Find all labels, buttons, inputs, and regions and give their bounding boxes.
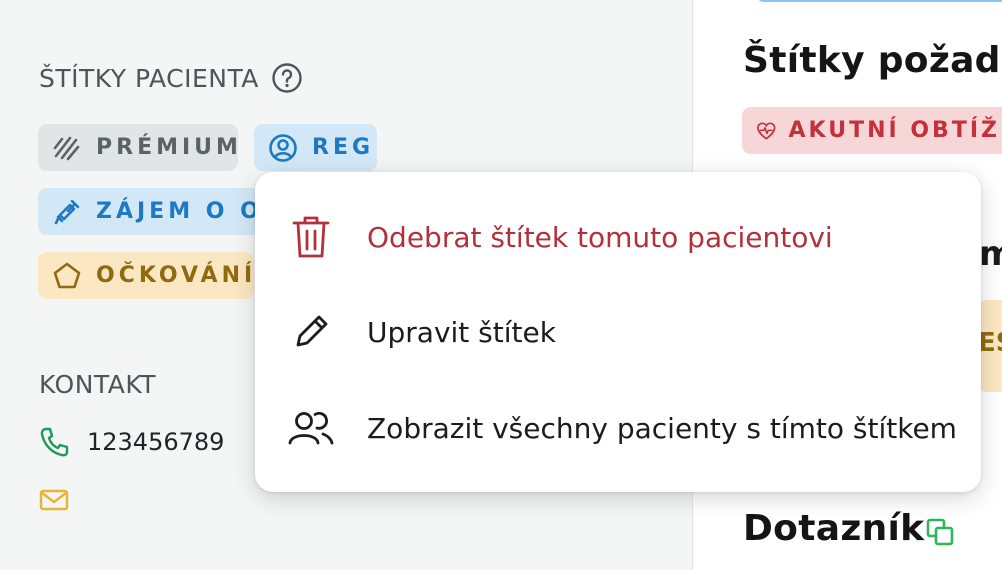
menu-item-edit-tag[interactable]: Upravit štítek <box>255 292 981 372</box>
tag-context-menu: Odebrat štítek tomuto pacientovi Upravit… <box>255 172 981 492</box>
pentagon-icon <box>53 262 81 288</box>
phone-number: 123456789 <box>87 428 225 456</box>
menu-item-label: Odebrat štítek tomuto pacientovi <box>367 220 833 254</box>
menu-item-label: Zobrazit všechny pacienty s tímto štítke… <box>367 411 957 445</box>
pencil-icon <box>287 308 335 356</box>
tag-label: REG <box>312 135 375 160</box>
contact-email-row[interactable] <box>39 488 87 512</box>
premium-icon <box>53 136 80 160</box>
patient-tags-heading: ŠTÍTKY PACIENTA <box>39 62 303 94</box>
users-icon <box>287 404 335 452</box>
partial-heading: m <box>979 234 1002 274</box>
menu-item-label: Upravit štítek <box>367 315 556 349</box>
contact-heading: KONTAKT <box>39 370 156 399</box>
contact-title: KONTAKT <box>39 370 157 399</box>
mail-icon <box>39 489 69 511</box>
phone-icon <box>40 427 69 457</box>
copy-icon[interactable] <box>924 516 956 552</box>
menu-item-remove-tag[interactable]: Odebrat štítek tomuto pacientovi <box>255 197 981 277</box>
partial-yellow-tag[interactable]: ES <box>978 300 1002 392</box>
patient-tags-title: ŠTÍTKY PACIENTA <box>39 63 259 93</box>
tag-label: PRÉMIUM <box>96 135 238 160</box>
help-icon[interactable] <box>271 62 303 94</box>
tag-akutni-obtize[interactable]: AKUTNÍ OBTÍŽE <box>742 107 1002 154</box>
tag-ockovani[interactable]: OČKOVÁNÍ <box>38 252 254 299</box>
user-circle-icon <box>269 133 297 162</box>
tag-label: AKUTNÍ OBTÍŽE <box>788 118 1002 143</box>
tag-zajem-o-ockovani[interactable]: ZÁJEM O OČ <box>38 188 260 235</box>
tag-premium[interactable]: PRÉMIUM <box>38 124 238 171</box>
top-partial-element <box>756 0 1002 2</box>
questionnaire-heading: Dotazník <box>743 508 924 549</box>
tag-reg[interactable]: REG <box>254 124 377 171</box>
contact-phone-row[interactable]: 123456789 <box>39 426 224 458</box>
heart-pulse-icon <box>757 121 776 140</box>
syringe-icon <box>54 199 80 224</box>
trash-icon <box>287 213 335 261</box>
menu-item-show-all-patients[interactable]: Zobrazit všechny pacienty s tímto štítke… <box>255 388 981 468</box>
tag-label: ZÁJEM O OČ <box>96 199 260 224</box>
tag-label: OČKOVÁNÍ <box>96 263 254 288</box>
request-tags-title: Štítky požadav <box>743 40 1002 81</box>
questionnaire-title: Dotazník <box>743 508 925 549</box>
